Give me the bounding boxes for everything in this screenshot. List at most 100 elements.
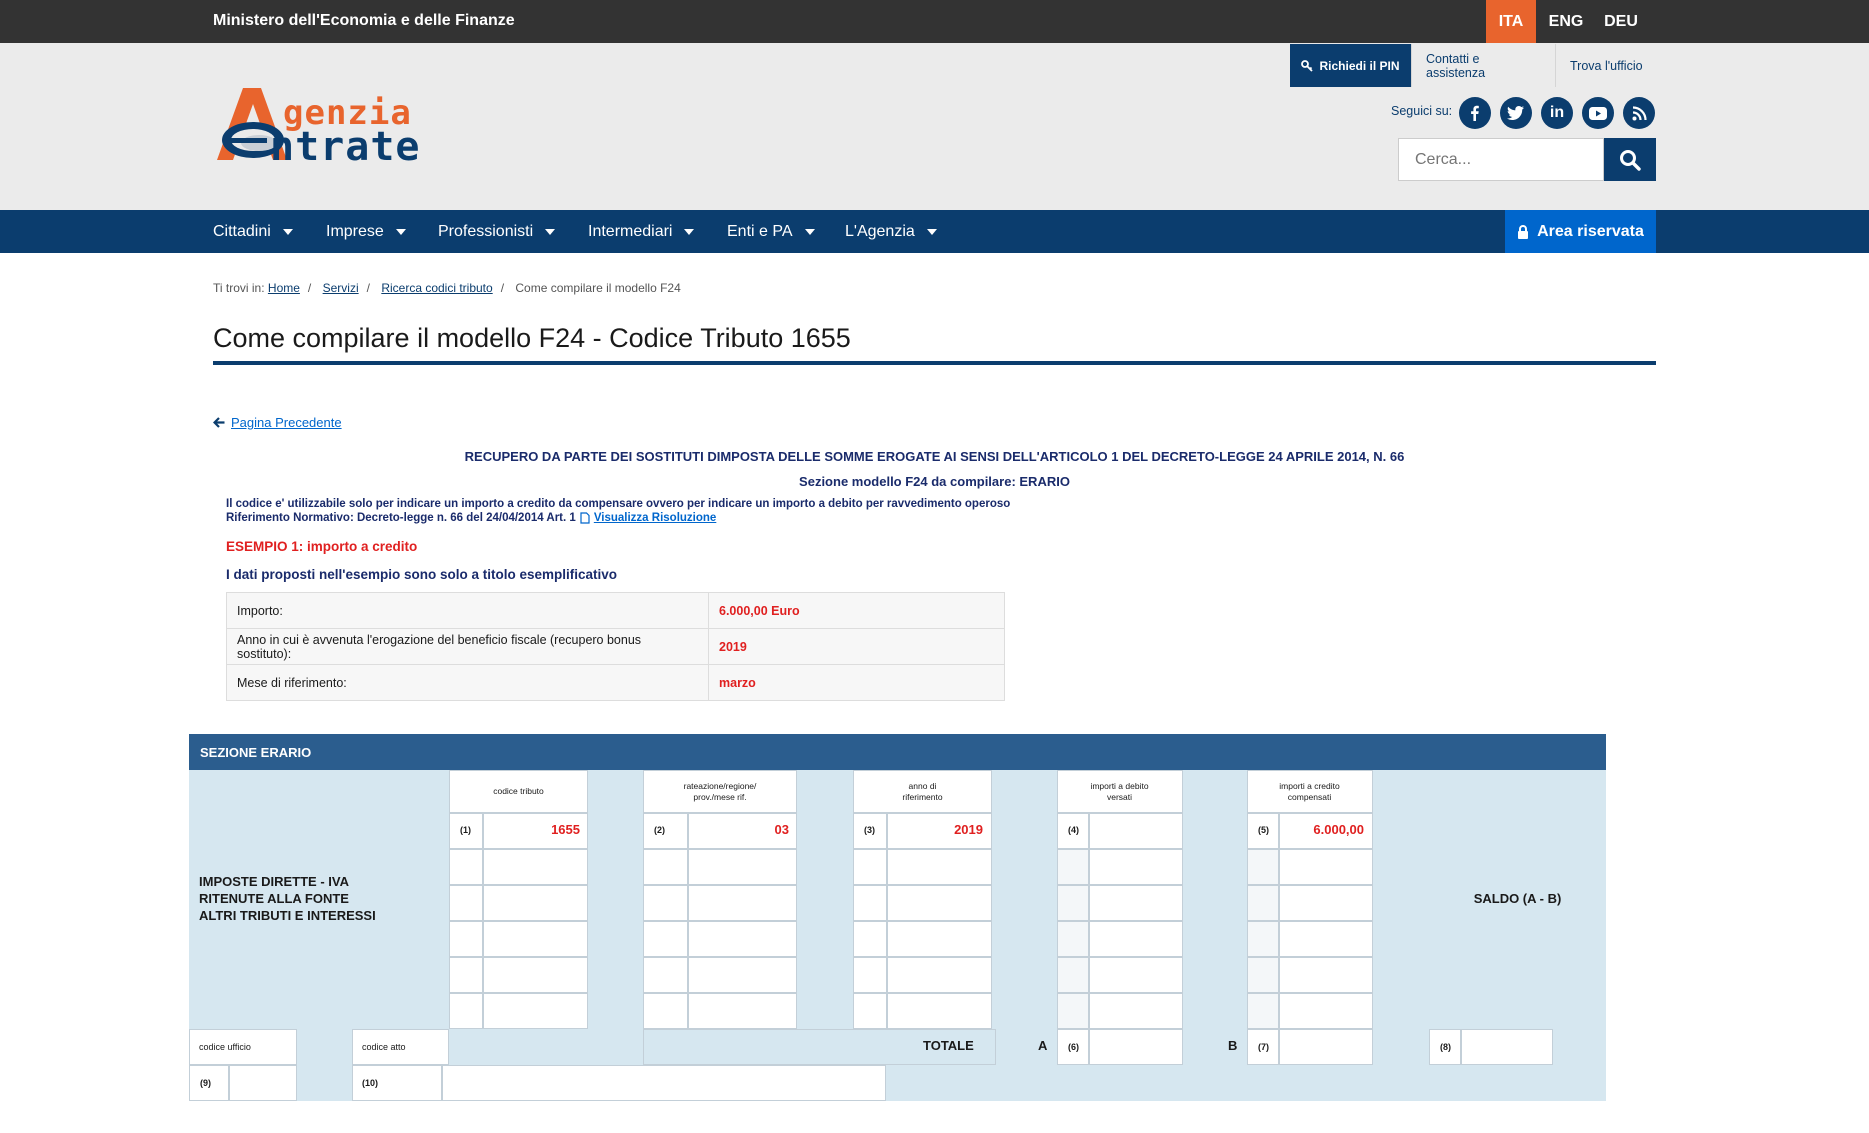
area-riservata-button[interactable]: Area riservata xyxy=(1505,210,1656,253)
field-number: (2) xyxy=(654,825,665,835)
importo-credito-field[interactable] xyxy=(1279,957,1373,993)
rateazione-field[interactable] xyxy=(688,849,797,885)
pdf-icon xyxy=(580,512,590,524)
breadcrumb: Ti trovi in: Home / Servizi / Ricerca codi… xyxy=(213,281,681,295)
f24-number-cell xyxy=(1247,993,1279,1029)
facebook-icon[interactable] xyxy=(1459,97,1491,129)
importo-debito-field[interactable] xyxy=(1089,813,1183,849)
contatti-link[interactable]: Contatti e assistenza xyxy=(1411,44,1556,87)
description-1: Il codice e' utilizzabile solo per indic… xyxy=(226,498,1011,510)
importo-credito-field[interactable] xyxy=(1279,885,1373,921)
f24-number-cell xyxy=(853,921,887,957)
breadcrumb-ricerca-codici[interactable]: Ricerca codici tributo xyxy=(381,281,492,295)
lang-eng[interactable]: ENG xyxy=(1541,0,1591,43)
importo-debito-field[interactable] xyxy=(1089,993,1183,1029)
col-credito-line: compensati xyxy=(1287,792,1332,802)
col-debito-line: versati xyxy=(1106,792,1133,802)
rateazione-field[interactable] xyxy=(688,885,797,921)
richiedi-pin-button[interactable]: Richiedi il PIN xyxy=(1290,44,1411,87)
anno-field[interactable] xyxy=(887,993,992,1029)
search-input[interactable] xyxy=(1398,138,1604,181)
table-cell-label: Mese di riferimento: xyxy=(226,664,709,701)
f24-number-cell xyxy=(853,957,887,993)
linkedin-icon[interactable]: in xyxy=(1541,97,1573,129)
back-link[interactable]: Pagina Precedente xyxy=(213,415,342,430)
f24-number-cell xyxy=(1057,921,1089,957)
col-anno-line: riferimento xyxy=(902,792,943,802)
nav-imprese[interactable]: Imprese xyxy=(326,210,406,253)
anno-field[interactable] xyxy=(887,849,992,885)
nav-agenzia[interactable]: L'Agenzia xyxy=(845,210,937,253)
saldo-field[interactable] xyxy=(1461,1029,1553,1065)
lang-deu[interactable]: DEU xyxy=(1596,0,1646,43)
codice-tributo-field[interactable] xyxy=(483,885,588,921)
f24-left-label-line: IMPOSTE DIRETTE - IVA xyxy=(199,874,349,889)
title-underline xyxy=(213,361,1656,365)
field-number: (6) xyxy=(1068,1042,1079,1052)
credito-value[interactable]: 6.000,00 xyxy=(1280,822,1364,837)
importo-debito-field[interactable] xyxy=(1089,957,1183,993)
key-icon xyxy=(1301,59,1314,72)
ministry-name[interactable]: Ministero dell'Economia e delle Finanze xyxy=(213,12,515,30)
field-number: (4) xyxy=(1068,825,1079,835)
nav-enti-pa-label: Enti e PA xyxy=(727,222,793,240)
anno-field[interactable] xyxy=(887,957,992,993)
codice-tributo-value[interactable]: 1655 xyxy=(484,822,580,837)
importo-credito-field[interactable] xyxy=(1279,993,1373,1029)
col-credito-line: importi a credito xyxy=(1279,781,1340,791)
breadcrumb-servizi[interactable]: Servizi xyxy=(323,281,359,295)
caret-down-icon xyxy=(804,228,815,235)
codice-atto-field[interactable] xyxy=(442,1065,886,1101)
rss-icon[interactable] xyxy=(1623,97,1655,129)
f24-number-cell xyxy=(643,849,688,885)
nav-professionisti[interactable]: Professionisti xyxy=(438,210,556,253)
field-number: (10) xyxy=(362,1078,379,1088)
f24-number-cell xyxy=(1057,849,1089,885)
field-number: (9) xyxy=(200,1078,211,1088)
breadcrumb-prefix: Ti trovi in: xyxy=(213,281,265,295)
rateazione-field[interactable] xyxy=(688,957,797,993)
codice-ufficio-field[interactable] xyxy=(229,1065,297,1101)
anno-value[interactable]: 2019 xyxy=(887,822,983,837)
anno-field[interactable] xyxy=(887,921,992,957)
rateazione-field[interactable] xyxy=(688,921,797,957)
nav-cittadini[interactable]: Cittadini xyxy=(213,210,293,253)
breadcrumb-home[interactable]: Home xyxy=(268,281,300,295)
search-icon xyxy=(1620,149,1641,171)
table-row: Importo: 6.000,00 Euro xyxy=(226,592,1005,629)
anno-field[interactable] xyxy=(887,885,992,921)
col-credito: importi a credito compensati xyxy=(1247,781,1372,803)
twitter-icon[interactable] xyxy=(1500,97,1532,129)
description-2: Riferimento Normativo: Decreto-legge n. … xyxy=(226,512,716,524)
codice-ufficio-label: codice ufficio xyxy=(199,1042,251,1052)
importo-credito-field[interactable] xyxy=(1279,849,1373,885)
visualizza-risoluzione-link[interactable]: Visualizza Risoluzione xyxy=(594,512,717,524)
saldo-label: SALDO (A - B) xyxy=(1473,891,1562,906)
importo-debito-field[interactable] xyxy=(1089,849,1183,885)
table-cell-value: 2019 xyxy=(708,628,1005,665)
table-row: Mese di riferimento: marzo xyxy=(226,664,1005,701)
rateazione-value[interactable]: 03 xyxy=(691,822,789,837)
importo-credito-field[interactable] xyxy=(1279,921,1373,957)
youtube-icon[interactable] xyxy=(1582,97,1614,129)
example-title: ESEMPIO 1: importo a credito xyxy=(226,539,418,554)
lang-ita[interactable]: ITA xyxy=(1486,0,1536,43)
codice-tributo-field[interactable] xyxy=(483,849,588,885)
f24-number-cell xyxy=(449,849,483,885)
field-number: (1) xyxy=(460,825,471,835)
social-label: Seguici su: xyxy=(1391,104,1453,118)
totale-a-field[interactable] xyxy=(1089,1029,1183,1065)
nav-enti-pa[interactable]: Enti e PA xyxy=(727,210,815,253)
codice-tributo-field[interactable] xyxy=(483,921,588,957)
col-debito-line: importi a debito xyxy=(1090,781,1149,791)
trova-ufficio-link[interactable]: Trova l'ufficio xyxy=(1555,44,1658,87)
rateazione-field[interactable] xyxy=(688,993,797,1029)
importo-debito-field[interactable] xyxy=(1089,885,1183,921)
totale-b-field[interactable] xyxy=(1279,1029,1373,1065)
codice-tributo-field[interactable] xyxy=(483,957,588,993)
f24-number-cell xyxy=(643,885,688,921)
search-button[interactable] xyxy=(1604,138,1656,181)
nav-intermediari[interactable]: Intermediari xyxy=(588,210,695,253)
codice-tributo-field[interactable] xyxy=(483,993,588,1029)
importo-debito-field[interactable] xyxy=(1089,921,1183,957)
